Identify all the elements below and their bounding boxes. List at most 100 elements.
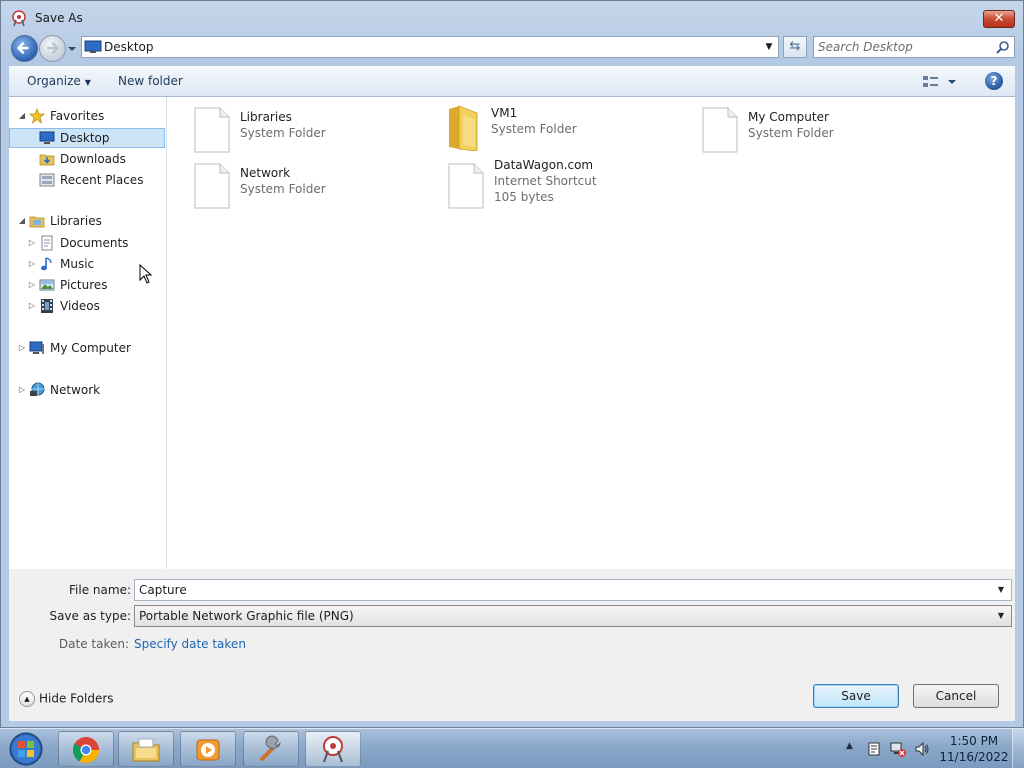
organize-button[interactable]: Organize ▼ [27,74,91,88]
tree-item-documents[interactable]: ▷ Documents [9,233,165,253]
refresh-button[interactable]: ⇆ [783,36,807,58]
blank-file-icon [194,163,230,209]
star-icon [29,108,45,124]
file-item-datawagon[interactable]: DataWagon.com Internet Shortcut 105 byte… [448,155,688,209]
chrome-icon [72,737,100,764]
file-size: 105 bytes [494,190,554,204]
blank-file-icon [194,107,230,153]
chevron-down-icon[interactable]: ▼ [994,582,1008,598]
file-name-combobox[interactable]: ▼ [134,579,1012,601]
tree-item-my-computer[interactable]: ▷ My Computer [9,338,165,358]
yellow-folder-icon [449,105,478,151]
search-input[interactable] [818,39,988,55]
file-item-my-computer[interactable]: My Computer System Folder [702,107,942,159]
dialog-footer: ▲ Hide Folders Save Cancel [9,655,1015,721]
chevron-down-icon[interactable]: ▼ [994,608,1008,624]
file-name: My Computer [748,110,829,124]
save-as-type-label: Save as type: [49,609,131,623]
chevron-down-icon[interactable]: ▼ [762,39,776,55]
save-fields: File name: ▼ Save as type: Portable Netw… [9,569,1015,655]
taskbar-chrome[interactable] [58,731,114,767]
file-type: System Folder [240,182,326,196]
navigation-pane[interactable]: ◢ Favorites Desktop Downloads Recent Pla… [9,97,167,569]
tree-label: Libraries [50,214,102,228]
title-bar: Save As ✕ [1,1,1023,35]
expand-arrow-icon[interactable]: ▷ [27,275,37,295]
desktop-icon [39,131,55,144]
documents-icon [41,235,53,251]
file-type: System Folder [491,122,577,136]
tree-item-recent-places[interactable]: Recent Places [9,170,165,190]
file-type: System Folder [748,126,834,140]
file-type: System Folder [240,126,326,140]
cancel-button[interactable]: Cancel [913,684,999,708]
show-desktop-button[interactable] [1012,729,1024,768]
tree-label: Favorites [50,109,105,123]
recent-pages-dropdown-icon[interactable] [67,44,77,54]
collapse-arrow-icon[interactable]: ◢ [17,211,27,231]
pictures-icon [39,279,55,291]
tree-item-videos[interactable]: ▷ Videos [9,296,165,316]
file-name: DataWagon.com [494,158,594,172]
tree-item-network[interactable]: ▷ Network [9,380,165,400]
libraries-icon [29,216,45,228]
mouse-cursor-icon [139,264,153,284]
file-name-input[interactable] [139,582,979,598]
volume-icon[interactable] [914,741,930,757]
forward-button[interactable] [39,35,66,62]
videos-icon [41,299,53,313]
expand-arrow-icon[interactable]: ▷ [27,296,37,316]
tree-item-downloads[interactable]: Downloads [9,149,165,169]
file-item-vm1[interactable]: VM1 System Folder [445,103,685,155]
action-center-icon[interactable] [866,741,882,757]
file-name: Libraries [240,110,292,124]
tree-label: Desktop [60,131,110,145]
close-button[interactable]: ✕ [983,10,1015,28]
network-icon [30,382,45,396]
back-button[interactable] [11,35,38,62]
tree-item-libraries[interactable]: ◢ Libraries [9,211,165,231]
start-button-icon[interactable] [6,730,46,768]
tree-item-desktop[interactable]: Desktop [9,128,165,148]
help-icon[interactable]: ? [985,72,1003,90]
file-list: Libraries System Folder VM1 System Folde… [169,97,1015,569]
search-icon[interactable] [996,40,1010,54]
taskbar-media-player[interactable] [180,731,236,767]
expand-arrow-icon[interactable]: ▷ [17,380,27,400]
clock-time[interactable]: 1:50 PM [938,734,1010,748]
expand-arrow-icon[interactable]: ▷ [17,338,27,358]
file-item-network[interactable]: Network System Folder [194,163,434,215]
change-view-icon[interactable] [921,73,957,91]
new-folder-button[interactable]: New folder [118,74,183,88]
collapse-arrow-icon[interactable]: ◢ [17,106,27,126]
specify-date-taken-link[interactable]: Specify date taken [134,637,246,651]
save-as-type-select[interactable]: Portable Network Graphic file (PNG) ▼ [134,605,1012,627]
save-button[interactable]: Save [813,684,899,708]
tree-label: Network [50,383,101,397]
taskbar-file-explorer[interactable] [118,731,174,767]
tree-item-favorites[interactable]: ◢ Favorites [9,106,165,126]
address-bar[interactable]: Desktop ▼ [81,36,779,58]
organize-label: Organize [27,74,81,88]
network-status-icon[interactable] [890,741,906,757]
save-as-dialog: Save As ✕ Desktop ▼ ⇆ Organize▼ New fold… [0,0,1024,728]
expand-arrow-icon[interactable]: ▷ [27,254,37,274]
file-name: Network [240,166,291,180]
file-name-label: File name: [69,583,131,597]
tree-label: Pictures [60,278,108,292]
chevron-up-icon: ▲ [19,691,35,707]
expand-arrow-icon[interactable]: ▷ [27,233,37,253]
taskbar-snipping-tool[interactable] [305,731,361,767]
file-item-libraries[interactable]: Libraries System Folder [194,107,434,159]
snipping-tool-icon [323,736,343,763]
navigation-bar: Desktop ▼ ⇆ [9,35,1015,62]
taskbar-tools[interactable] [243,731,299,767]
hide-folders-button[interactable]: ▲ Hide Folders [19,691,114,707]
hide-folders-label: Hide Folders [39,691,114,706]
window-title: Save As [35,11,83,25]
show-hidden-icons-icon[interactable]: ▲ [846,741,853,751]
clock-date[interactable]: 11/16/2022 [938,750,1010,764]
blank-file-icon [448,163,484,209]
tree-label: Downloads [60,152,126,166]
search-box[interactable] [813,36,1015,58]
